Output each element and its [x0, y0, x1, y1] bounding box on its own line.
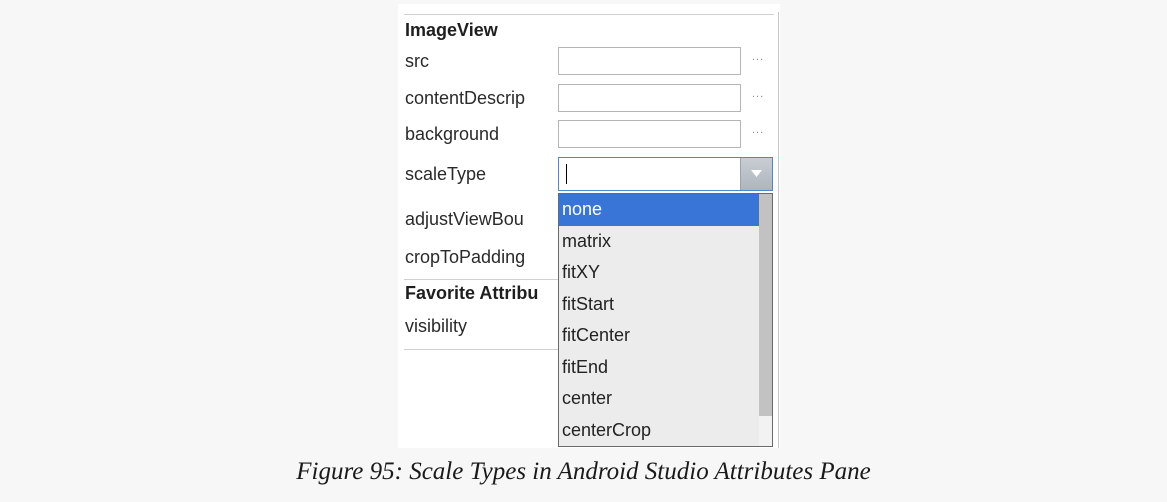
- content-description-field[interactable]: [558, 84, 741, 112]
- background-browse-button[interactable]: ...: [752, 124, 764, 136]
- dropdown-option-none[interactable]: none: [559, 194, 759, 226]
- src-field[interactable]: [558, 47, 741, 75]
- pane-divider: [778, 12, 779, 448]
- attr-label-adjust-view-bounds: adjustViewBou: [405, 209, 524, 229]
- figure-canvas: ImageView src ... contentDescrip ... bac…: [0, 0, 1167, 502]
- background-field[interactable]: [558, 120, 741, 148]
- section-divider-favorites: [404, 279, 558, 280]
- section-divider-bottom: [404, 349, 558, 350]
- scale-type-dropdown-list[interactable]: none matrix fitXY fitStart fitCenter fitEnd ce…: [558, 193, 773, 447]
- dropdown-options: none matrix fitXY fitStart fitCenter fitEnd ce…: [559, 194, 759, 446]
- dropdown-option-fitstart[interactable]: fitStart: [559, 289, 759, 321]
- attr-label-src: src: [405, 51, 429, 71]
- src-browse-button[interactable]: ...: [752, 51, 764, 63]
- scrollbar-thumb[interactable]: [759, 194, 772, 416]
- attr-label-background: background: [405, 124, 500, 144]
- figure-caption: Figure 95: Scale Types in Android Studio…: [296, 458, 871, 485]
- attr-label-scale-type: scaleType: [405, 164, 487, 184]
- section-header-favorite-attributes: Favorite Attribu: [405, 283, 539, 303]
- section-header-imageview: ImageView: [405, 20, 498, 40]
- dropdown-option-matrix[interactable]: matrix: [559, 226, 759, 258]
- dropdown-option-center[interactable]: center: [559, 383, 759, 415]
- chevron-down-icon: [751, 170, 762, 177]
- dropdown-option-fitcenter[interactable]: fitCenter: [559, 320, 759, 352]
- section-divider-top: [404, 14, 774, 15]
- attr-label-visibility: visibility: [405, 316, 468, 336]
- scale-type-combobox[interactable]: [558, 157, 773, 191]
- dropdown-arrow-button[interactable]: [740, 158, 772, 190]
- dropdown-scrollbar[interactable]: [759, 194, 772, 446]
- text-caret: [566, 164, 567, 184]
- attr-label-content-description: contentDescrip: [405, 88, 526, 108]
- content-description-browse-button[interactable]: ...: [752, 88, 764, 100]
- dropdown-option-centercrop[interactable]: centerCrop: [559, 415, 759, 447]
- attr-label-crop-to-padding: cropToPadding: [405, 247, 526, 267]
- dropdown-option-fitend[interactable]: fitEnd: [559, 352, 759, 384]
- dropdown-option-fitxy[interactable]: fitXY: [559, 257, 759, 289]
